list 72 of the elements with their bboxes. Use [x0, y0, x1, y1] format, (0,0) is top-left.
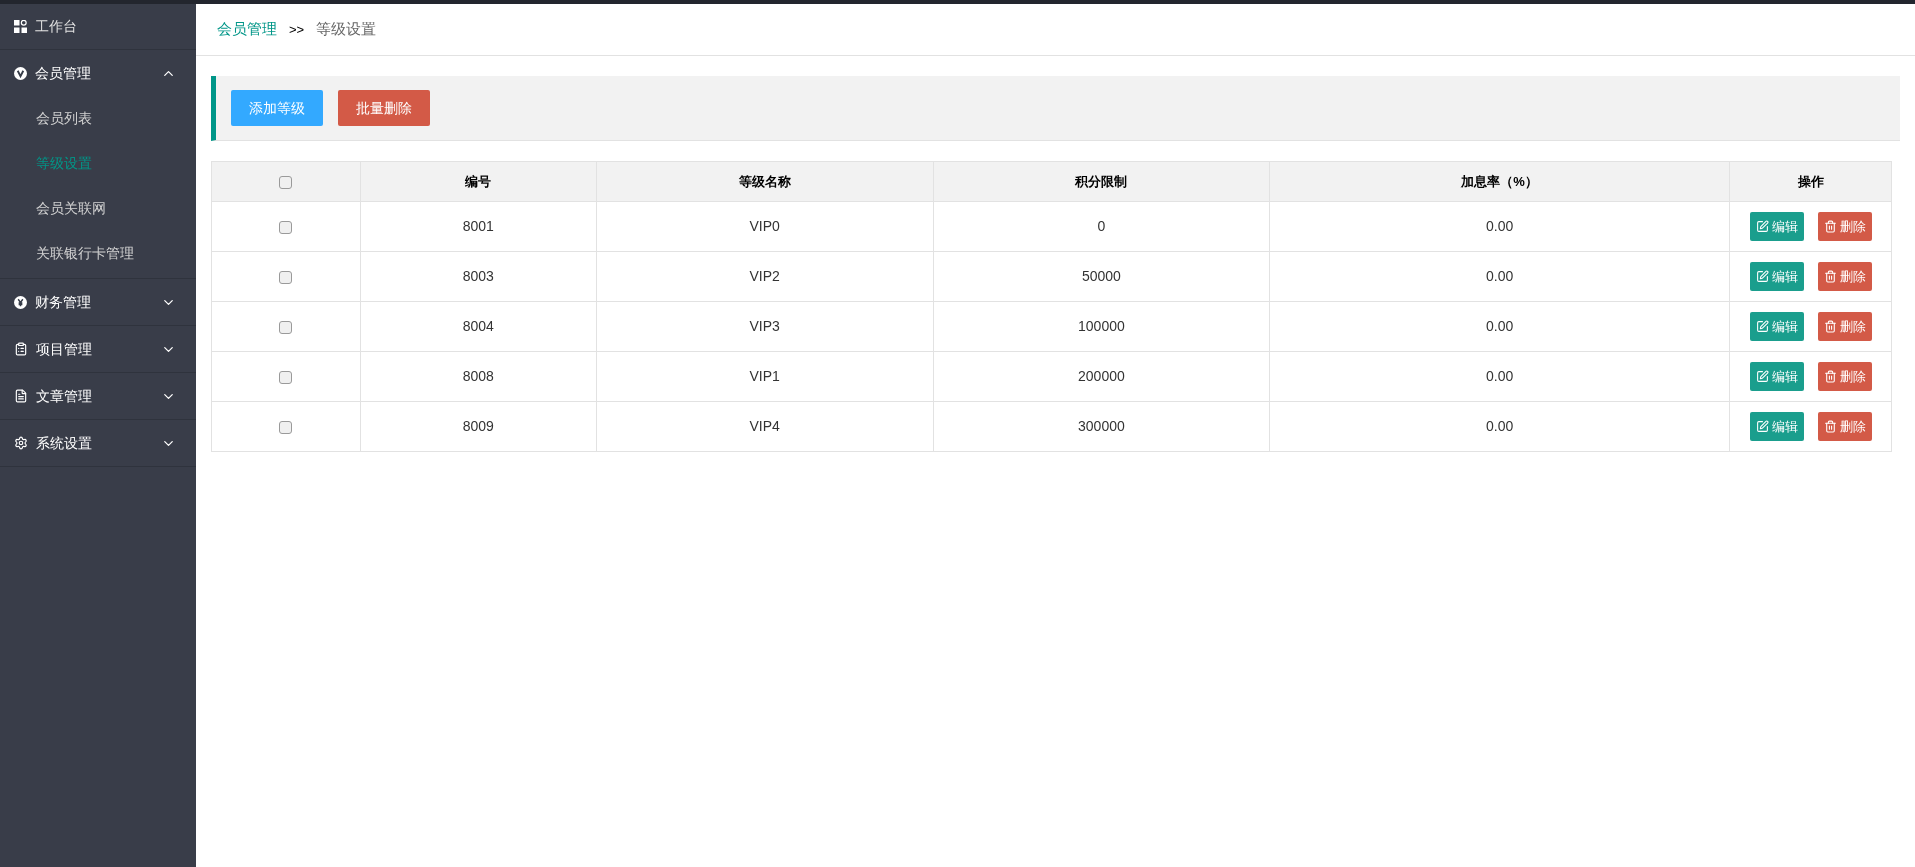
table-cell: 0.00: [1269, 401, 1730, 452]
sidebar-subitem[interactable]: 关联银行卡管理: [0, 231, 196, 276]
table-cell: 0.00: [1269, 251, 1730, 302]
table-cell: 0.00: [1269, 301, 1730, 352]
table-cell: 0: [933, 201, 1270, 252]
table-cell: 8001: [360, 201, 597, 252]
edit-icon: [1755, 270, 1769, 283]
table-cell: VIP0: [596, 201, 933, 252]
edit-button[interactable]: 编辑: [1749, 362, 1804, 391]
clipboard-icon: [14, 342, 28, 356]
trash-icon: [1823, 320, 1837, 333]
grid-icon: [14, 20, 27, 33]
trash-icon: [1823, 370, 1837, 383]
delete-button[interactable]: 批量删除: [338, 90, 430, 126]
column-header: 等级名称: [596, 161, 933, 202]
checkbox[interactable]: [279, 270, 293, 284]
column-header: 积分限制: [933, 161, 1270, 202]
add-button[interactable]: 添加等级: [231, 90, 323, 126]
edit-icon: [1755, 220, 1769, 233]
delete-button[interactable]: 删除: [1817, 312, 1872, 341]
table-cell: VIP2: [596, 251, 933, 302]
sidebar-group[interactable]: 系统设置: [0, 420, 196, 466]
delete-button[interactable]: 删除: [1817, 412, 1872, 441]
sidebar-subitem[interactable]: 会员列表: [0, 96, 196, 141]
edit-button[interactable]: 编辑: [1749, 262, 1804, 291]
sidebar-group[interactable]: 财务管理: [0, 279, 196, 325]
edit-button[interactable]: 编辑: [1749, 212, 1804, 241]
sidebar-item[interactable]: 工作台: [0, 4, 196, 50]
table-cell: 0.00: [1269, 201, 1730, 252]
table-cell: 50000: [933, 251, 1270, 302]
breadcrumb-separator: >>: [289, 20, 305, 39]
trash-icon: [1823, 270, 1837, 283]
checkbox[interactable]: [279, 220, 293, 234]
table-cell: VIP3: [596, 301, 933, 352]
table-cell: VIP4: [596, 401, 933, 452]
table-cell: 100000: [933, 301, 1270, 352]
table-cell: 8008: [360, 351, 597, 402]
checkbox[interactable]: [279, 320, 293, 334]
settings-icon: [14, 436, 28, 450]
table-cell: 0.00: [1269, 351, 1730, 402]
column-header: 加息率（%）: [1269, 161, 1730, 202]
delete-button[interactable]: 删除: [1817, 212, 1872, 241]
breadcrumb-current: 等级设置: [316, 19, 377, 40]
delete-button[interactable]: 删除: [1817, 362, 1872, 391]
checkbox[interactable]: [279, 420, 293, 434]
edit-button[interactable]: 编辑: [1749, 412, 1804, 441]
table-cell: 8004: [360, 301, 597, 352]
v-circle-icon: [14, 66, 27, 80]
column-header: 编号: [360, 161, 597, 202]
edit-icon: [1755, 370, 1769, 383]
sidebar-group[interactable]: 文章管理: [0, 373, 196, 419]
edit-icon: [1755, 420, 1769, 433]
checkbox[interactable]: [279, 370, 293, 384]
sidebar-subitem[interactable]: 等级设置: [0, 141, 196, 186]
table-cell: 8003: [360, 251, 597, 302]
sidebar-subitem[interactable]: 会员关联网: [0, 186, 196, 231]
sidebar-group[interactable]: 会员管理: [0, 50, 196, 96]
edit-icon: [1755, 320, 1769, 333]
edit-button[interactable]: 编辑: [1749, 312, 1804, 341]
breadcrumb-link[interactable]: 会员管理: [217, 18, 277, 41]
column-header: 操作: [1729, 161, 1892, 202]
yen-circle-icon: [14, 295, 27, 309]
table-cell: 200000: [933, 351, 1270, 402]
trash-icon: [1823, 420, 1837, 433]
trash-icon: [1823, 220, 1837, 233]
delete-button[interactable]: 删除: [1817, 262, 1872, 291]
checkbox[interactable]: [279, 175, 293, 189]
table-cell: 300000: [933, 401, 1270, 452]
sidebar-group[interactable]: 项目管理: [0, 326, 196, 372]
table-cell: VIP1: [596, 351, 933, 402]
table-cell: 8009: [360, 401, 597, 452]
document-icon: [14, 389, 28, 403]
